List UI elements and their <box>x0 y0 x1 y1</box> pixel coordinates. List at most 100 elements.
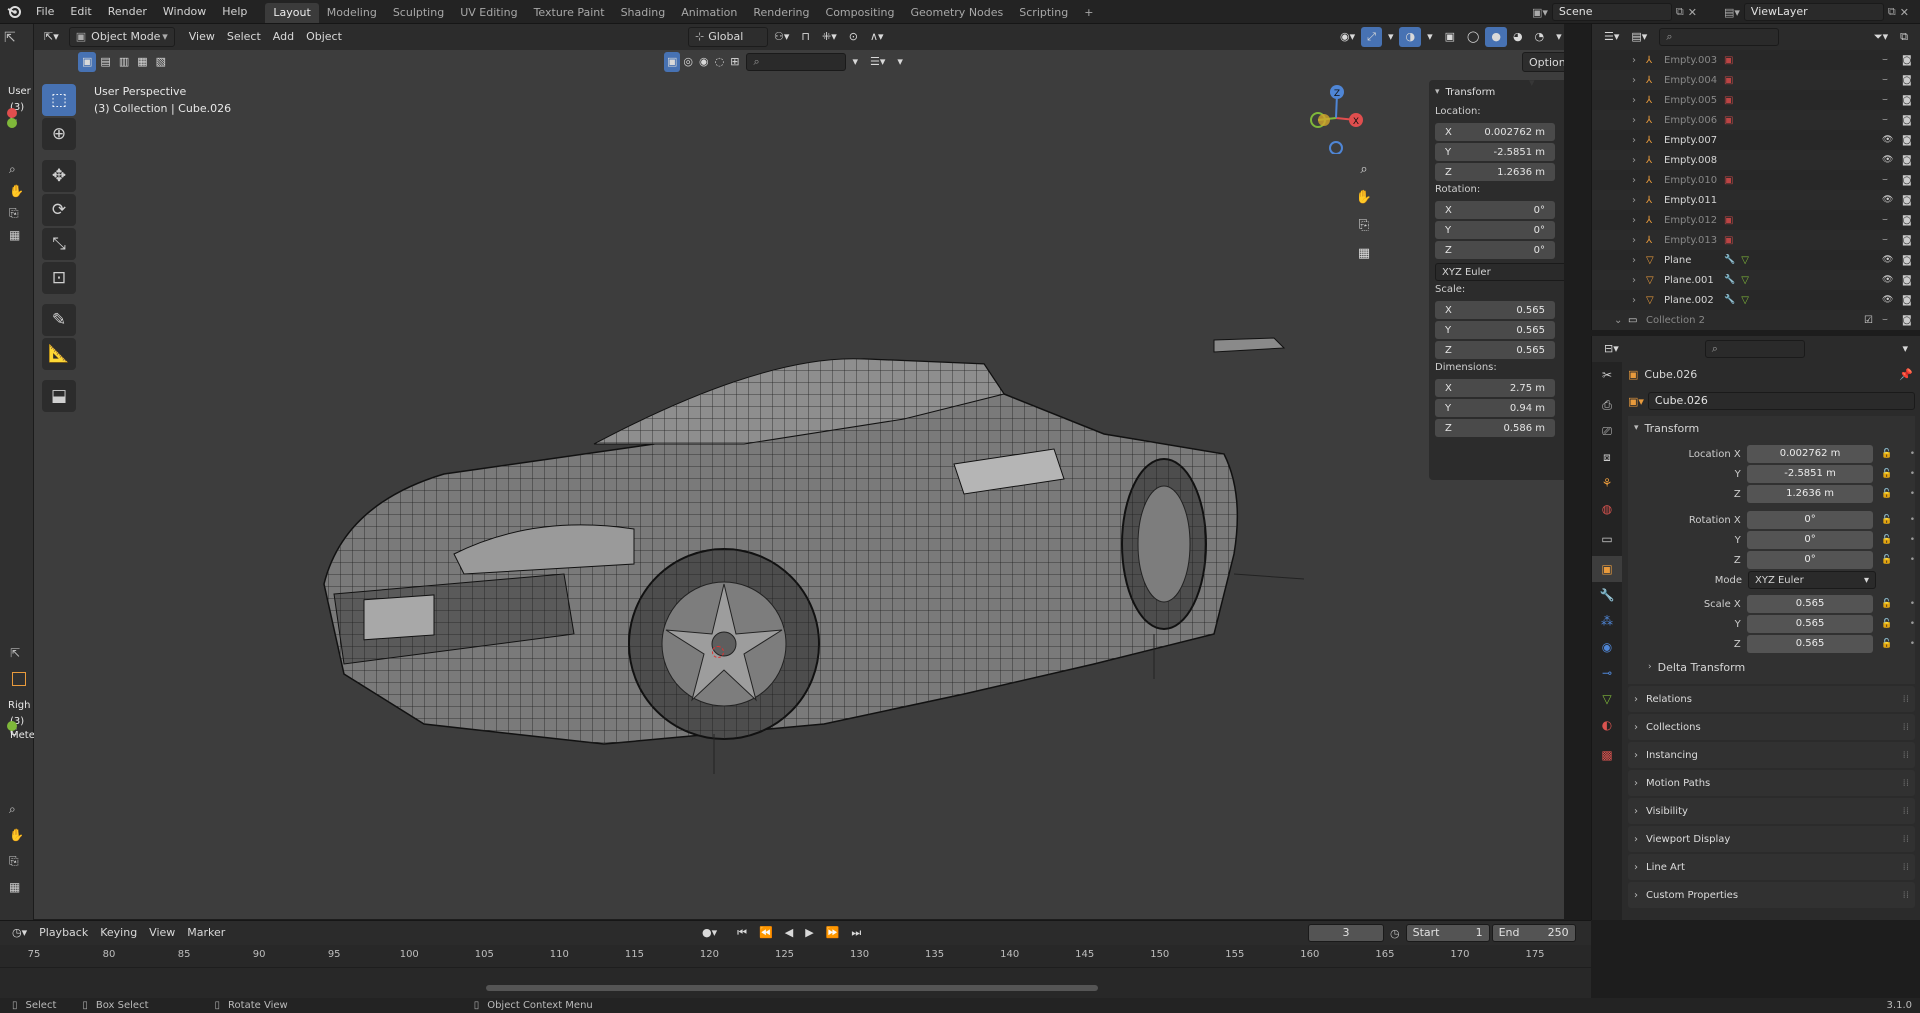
render-camera-icon[interactable]: ◙ <box>1902 155 1912 166</box>
select-subtract-icon[interactable]: ▥ <box>115 52 133 72</box>
shading-dropdown-icon[interactable]: ▾ <box>1550 27 1564 47</box>
drag-handle-icon[interactable]: ⁞⁞ <box>1903 834 1909 845</box>
tab-sculpting[interactable]: Sculpting <box>385 3 452 23</box>
outliner-search-input[interactable]: ⌕ <box>1659 28 1780 46</box>
options-dropdown-icon[interactable]: ▾ <box>1896 339 1914 359</box>
options-dropdown[interactable]: Options ▾ <box>1522 52 1564 89</box>
zoom-icon[interactable]: ⌕ <box>1354 156 1374 184</box>
outliner-row[interactable]: › ▽ Plane 🔧 ▽ 👁 ◙ <box>1592 250 1920 270</box>
navigation-gizmo[interactable]: X Z <box>1304 82 1368 154</box>
eye-icon[interactable]: 👁 <box>1882 275 1893 285</box>
rotation-y-field[interactable]: Y 0° <box>1435 221 1555 239</box>
section-line-art[interactable]: › Line Art ⁞⁞ <box>1628 854 1915 880</box>
transform-tool[interactable]: ⊡ <box>42 262 76 294</box>
lock-icon[interactable]: 🔓 <box>1559 225 1564 236</box>
render-camera-icon[interactable]: ◙ <box>1902 195 1912 206</box>
outliner-row[interactable]: › ⅄ Empty.006 ▣ ⌣ ◙ <box>1592 110 1920 130</box>
rotation-z-field[interactable]: Z 0° <box>1435 241 1555 259</box>
render-camera-icon[interactable]: ◙ <box>1902 55 1912 66</box>
new-scene-icon[interactable]: ⧉ <box>1676 5 1684 19</box>
clock-icon[interactable]: ◷ <box>1390 927 1400 940</box>
select-extend-icon[interactable]: ▤ <box>96 52 114 72</box>
eye-icon[interactable]: 👁 <box>1882 135 1893 145</box>
render-camera-icon[interactable]: ◙ <box>1902 275 1912 286</box>
lock-icon[interactable]: 🔓 <box>1559 127 1564 138</box>
world-tab-icon[interactable]: ◍ <box>1592 496 1622 522</box>
eye-closed-icon[interactable]: ⌣ <box>1882 315 1888 325</box>
tab-texture-paint[interactable]: Texture Paint <box>526 3 613 23</box>
scene-tab-icon[interactable]: ⚘ <box>1592 470 1622 496</box>
drag-handle-icon[interactable]: ⁞⁞ <box>1903 778 1909 789</box>
outliner-row[interactable]: › ⅄ Empty.007 👁 ◙ <box>1592 130 1920 150</box>
eye-closed-icon[interactable]: ⌣ <box>1882 55 1888 65</box>
delete-viewlayer-icon[interactable]: ✕ <box>1900 6 1909 19</box>
select-new-icon[interactable]: ▣ <box>78 52 97 72</box>
zoom-icon[interactable]: ⌕ <box>9 796 24 822</box>
chevron-right-icon[interactable]: › <box>1632 55 1646 66</box>
lock-icon[interactable]: 🔓 <box>1559 305 1564 316</box>
current-frame-field[interactable]: 3 <box>1308 924 1384 942</box>
render-camera-icon[interactable]: ◙ <box>1902 175 1912 186</box>
render-camera-icon[interactable]: ◙ <box>1902 295 1912 306</box>
mode-dropdown[interactable]: ▣ Object Mode ▾ <box>68 27 175 47</box>
outliner-row[interactable]: › ⅄ Empty.003 ▣ ⌣ ◙ <box>1592 50 1920 70</box>
render-camera-icon[interactable]: ◙ <box>1902 75 1912 86</box>
dimensions-z-field[interactable]: Z 0.586 m <box>1435 419 1555 437</box>
sort-icon[interactable]: ☰▾ <box>864 52 891 72</box>
annotate-tool[interactable]: ✎ <box>42 304 76 336</box>
chevron-right-icon[interactable]: › <box>1632 235 1646 246</box>
drag-handle-icon[interactable]: ⁞⁞ <box>1903 890 1909 901</box>
material-tab-icon[interactable]: ◐ <box>1592 712 1622 738</box>
outliner-row[interactable]: › ⅄ Empty.013 ▣ ⌣ ◙ <box>1592 230 1920 250</box>
view-layer-tab-icon[interactable]: ⧈ <box>1592 444 1622 470</box>
chevron-right-icon[interactable]: › <box>1632 135 1646 146</box>
viewlayer-icon[interactable]: ▤▾ <box>1724 6 1740 19</box>
editor-type-button[interactable]: ⇱▾ <box>38 27 65 47</box>
timeline-menu-marker[interactable]: Marker <box>181 923 231 943</box>
jump-start-icon[interactable]: ⏮ <box>731 923 753 943</box>
menu-render[interactable]: Render <box>100 0 155 24</box>
tab-modeling[interactable]: Modeling <box>319 3 385 23</box>
rotation-x-field[interactable]: X 0° <box>1435 201 1555 219</box>
location-y-field[interactable]: Y -2.5851 m <box>1435 143 1555 161</box>
render-tab-icon[interactable]: ⎙ <box>1592 392 1622 418</box>
camera-icon[interactable]: ⎘ <box>9 848 24 874</box>
editor-type-button[interactable]: ⊟▾ <box>1598 339 1625 359</box>
snap-target-icon[interactable]: ⁜▾ <box>816 27 843 47</box>
lock-icon[interactable]: 🔓 <box>1559 205 1564 216</box>
eye-closed-icon[interactable]: ⌣ <box>1882 95 1888 105</box>
chevron-right-icon[interactable]: › <box>1632 255 1646 266</box>
chevron-right-icon[interactable]: › <box>1632 175 1646 186</box>
scale-tool[interactable]: ⤡ <box>42 228 76 260</box>
outliner-row[interactable]: › ▽ Plane.002 🔧 ▽ 👁 ◙ <box>1592 290 1920 310</box>
overlay-dropdown-icon[interactable]: ▾ <box>1421 27 1439 47</box>
outliner-row[interactable]: › ⅄ Empty.012 ▣ ⌣ ◙ <box>1592 210 1920 230</box>
record-icon[interactable]: ●▾ <box>696 923 723 943</box>
lock-icon[interactable]: 🔓 <box>1881 515 1892 525</box>
drag-handle-icon[interactable]: ⁞⁞ <box>1903 806 1909 817</box>
scale-value-field[interactable]: 0.565 <box>1746 635 1874 653</box>
location-x-field[interactable]: X 0.002762 m <box>1435 123 1555 141</box>
lock-icon[interactable]: 🔓 <box>1881 489 1892 499</box>
rotation-value-field[interactable]: 0° <box>1746 551 1874 569</box>
render-camera-icon[interactable]: ◙ <box>1902 135 1912 146</box>
scene-field[interactable]: Scene <box>1551 3 1672 21</box>
chevron-right-icon[interactable]: › <box>1632 275 1646 286</box>
menu-file[interactable]: File <box>28 0 62 24</box>
location-value-field[interactable]: -2.5851 m <box>1746 465 1874 483</box>
pan-hand-icon[interactable]: ✋ <box>9 180 24 202</box>
location-value-field[interactable]: 0.002762 m <box>1746 445 1874 463</box>
menu-help[interactable]: Help <box>214 0 255 24</box>
chevron-right-icon[interactable]: › <box>1632 115 1646 126</box>
chevron-right-icon[interactable]: › <box>1632 215 1646 226</box>
object-tab-icon[interactable]: ▣ <box>1592 556 1622 582</box>
car-wireframe-model[interactable] <box>304 334 1304 774</box>
rotation-value-field[interactable]: 0° <box>1746 531 1874 549</box>
scale-x-field[interactable]: X 0.565 <box>1435 301 1555 319</box>
rendered-shading-icon[interactable]: ◔ <box>1529 27 1551 47</box>
solid-shading-icon[interactable]: ● <box>1485 27 1507 47</box>
datablock-field[interactable]: Cube.026 <box>1647 392 1915 410</box>
exclude-checkbox[interactable]: ☑ <box>1864 315 1873 326</box>
end-frame-field[interactable]: End 250 <box>1491 924 1576 942</box>
gizmo-dropdown-icon[interactable]: ▾ <box>1382 27 1400 47</box>
